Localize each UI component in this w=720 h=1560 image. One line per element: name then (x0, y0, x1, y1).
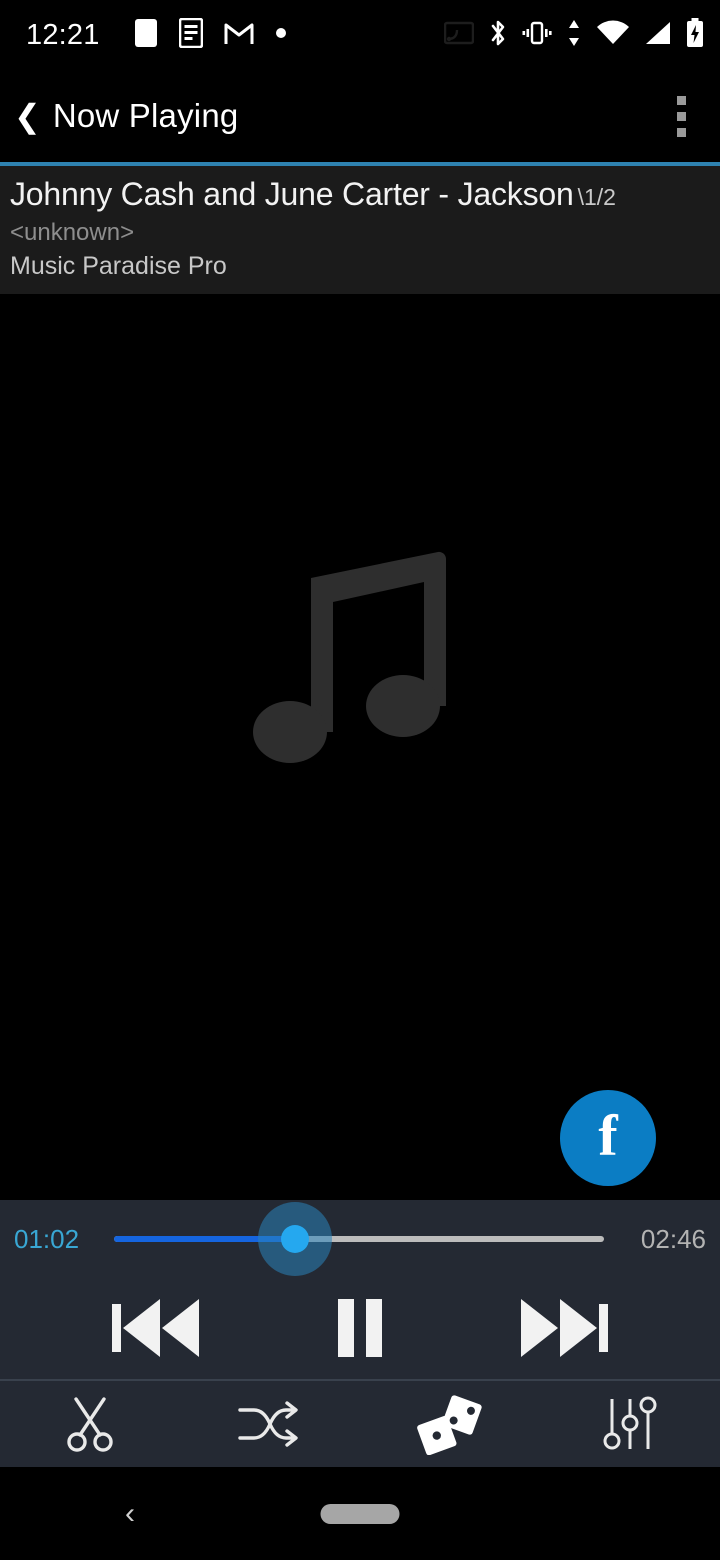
track-album: Music Paradise Pro (10, 252, 227, 280)
status-system-icons: 5 (443, 17, 704, 53)
nav-back-button[interactable]: ‹ (125, 1497, 135, 1531)
facebook-icon: f (598, 1103, 618, 1168)
total-time: 02:46 (640, 1223, 706, 1254)
play-pause-button[interactable] (332, 1297, 388, 1359)
music-note-placeholder-icon (233, 520, 463, 785)
battery-charging-icon (686, 17, 704, 53)
track-info-panel[interactable]: Johnny Cash and June Carter - Jackson \1… (0, 166, 720, 294)
seek-row: 01:02 02:46 (0, 1200, 720, 1278)
transport-controls (0, 1278, 720, 1378)
shuffle-icon[interactable] (180, 1399, 360, 1449)
album-art-area[interactable] (0, 294, 720, 1200)
previous-track-button[interactable] (110, 1295, 202, 1361)
cut-ringtone-icon[interactable] (0, 1393, 180, 1455)
elapsed-time: 01:02 (14, 1223, 80, 1254)
equalizer-icon[interactable] (540, 1394, 720, 1454)
status-clock: 12:21 (26, 18, 100, 51)
status-bar: 12:21 5 (0, 0, 720, 70)
bottom-toolbar (0, 1381, 720, 1467)
blank-notification-icon (134, 18, 158, 53)
seek-bar[interactable] (114, 1202, 604, 1276)
track-title-row: Johnny Cash and June Carter - Jackson \1… (10, 176, 712, 213)
app-bar: ❮ Now Playing (0, 70, 720, 162)
feed-notification-icon (178, 17, 203, 53)
dot-notification-icon (275, 26, 287, 44)
bluetooth-icon (488, 18, 508, 53)
overflow-dot (677, 111, 686, 121)
overflow-dot (677, 95, 686, 105)
now-playing-screen: 12:21 5 ❮ Now Playing Johnny Cash and Ju… (0, 0, 720, 1560)
home-gesture-pill[interactable] (320, 1503, 400, 1524)
page-title: Now Playing (52, 97, 239, 134)
gmail-icon (224, 20, 254, 51)
next-track-button[interactable] (518, 1295, 610, 1361)
svg-text:5: 5 (622, 32, 629, 46)
player-controls-panel: 01:02 02:46 (0, 1200, 720, 1380)
signal-icon (644, 20, 672, 51)
track-title: Johnny Cash and June Carter - Jackson (10, 176, 574, 212)
back-button[interactable]: ❮ (8, 100, 47, 132)
track-count: \1/2 (577, 184, 616, 210)
wifi-icon: 5 (596, 20, 630, 51)
track-artist: <unknown> (10, 219, 135, 246)
overflow-dot (677, 127, 686, 137)
overflow-menu-button[interactable] (661, 86, 702, 147)
cast-disabled-icon (443, 21, 475, 50)
mobile-data-arrows-icon (566, 19, 582, 52)
system-nav-bar: ‹ (0, 1467, 720, 1560)
vibrate-icon (522, 20, 552, 51)
seek-thumb[interactable] (281, 1225, 310, 1253)
status-notification-icons (134, 17, 287, 53)
dice-random-icon[interactable] (360, 1393, 540, 1455)
facebook-share-button[interactable]: f (560, 1090, 656, 1186)
